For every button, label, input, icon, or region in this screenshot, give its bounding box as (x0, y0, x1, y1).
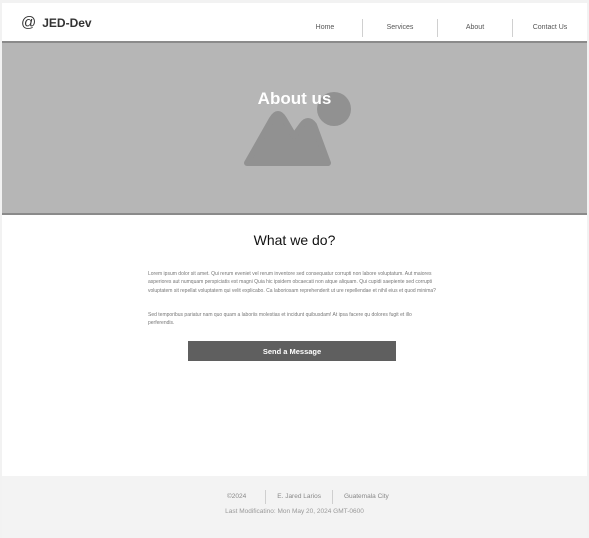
hero-title: About us (257, 89, 332, 108)
about-paragraph-2: Sed temporibus pariatur nam quo quam a l… (148, 312, 412, 327)
section-heading: What we do? (253, 232, 336, 248)
logo[interactable]: @ JED-Dev (21, 14, 92, 32)
footer-info-row: ©2024 E. Jared Larios Guatemala City (214, 490, 400, 504)
footer-location: Guatemala City (331, 490, 400, 504)
footer-last-modified: Last Modificatino: Mon May 20, 2024 GMT-… (225, 508, 364, 515)
logo-text: JED-Dev (42, 16, 92, 30)
site-header: @ JED-Dev Home Services About Contact Us (2, 3, 587, 43)
nav-services[interactable]: Services (362, 19, 437, 37)
hero-banner: About us (2, 43, 587, 215)
footer-author: E. Jared Larios (265, 490, 332, 504)
nav-about[interactable]: About (437, 19, 512, 37)
nav-contact-us[interactable]: Contact Us (512, 19, 587, 37)
send-message-button[interactable]: Send a Message (188, 341, 396, 361)
nav-home[interactable]: Home (288, 19, 362, 37)
at-sign-icon: @ (21, 14, 37, 31)
about-paragraph-1: Lorem ipsum dolor sit amet. Qui rerum ev… (148, 271, 436, 294)
main-nav: Home Services About Contact Us (288, 19, 587, 37)
footer-year: ©2024 (227, 493, 247, 500)
site-footer: ©2024 E. Jared Larios Guatemala City Las… (2, 476, 587, 538)
